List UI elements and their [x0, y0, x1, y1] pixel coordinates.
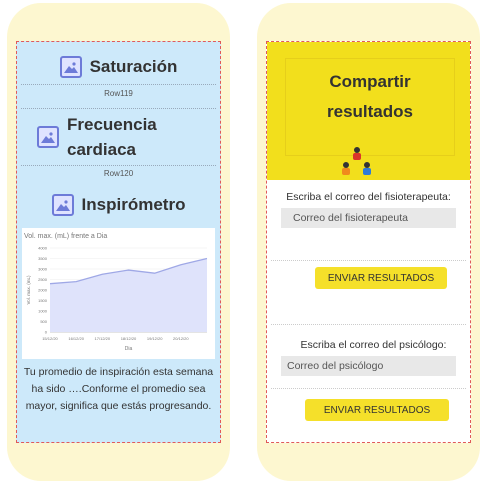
y-axis-label: Vol. max. (mL) — [26, 275, 31, 305]
section-frecuencia[interactable]: Frecuencia cardiaca Row120 — [17, 108, 220, 178]
section-title: Saturación — [89, 57, 178, 76]
chart-title: Vol. max. (mL) frente a Dia — [24, 233, 107, 240]
y-tick-label: 2000 — [38, 288, 48, 293]
summary-text: Tu promedio de inspiración esta semana h… — [23, 366, 214, 412]
phone-right: Compartir resultados Escriba el correo d… — [257, 3, 480, 481]
share-title: Compartir resultados — [327, 72, 413, 121]
section-title: Frecuencia cardiaca — [67, 115, 157, 159]
x-tick-label: 19/12/20 — [147, 336, 163, 341]
psych-form: Escriba el correo del psicólogo: Correo … — [281, 338, 466, 376]
x-tick-label: 17/12/20 — [95, 336, 111, 341]
divider — [21, 84, 216, 85]
psych-email-label: Escriba el correo del psicólogo: — [300, 339, 447, 351]
x-axis-label: Dia — [125, 346, 133, 352]
psych-email-input[interactable]: Correo del psicólogo — [281, 356, 456, 376]
x-tick-label: 16/12/20 — [68, 336, 84, 341]
left-screen: Saturación Row119 Frecuencia cardiaca Ro… — [16, 41, 221, 443]
send-psych-button[interactable]: ENVIAR RESULTADOS — [305, 399, 449, 421]
right-screen: Compartir resultados Escriba el correo d… — [266, 41, 471, 443]
phone-left: Saturación Row119 Frecuencia cardiaca Ro… — [7, 3, 230, 481]
y-tick-label: 2500 — [38, 277, 48, 282]
x-tick-label: 18/12/20 — [121, 336, 137, 341]
section-title: Inspirómetro — [81, 195, 186, 214]
y-tick-label: 500 — [40, 319, 47, 324]
y-tick-label: 1000 — [38, 309, 48, 314]
divider — [21, 165, 216, 166]
share-panel: Compartir resultados — [267, 42, 470, 180]
inspirometer-chart: Vol. max. (mL) frente a Dia 0 500 1000 1500 2… — [22, 228, 215, 359]
x-tick-label: 15/12/20 — [42, 336, 58, 341]
y-tick-label: 0 — [45, 330, 48, 335]
people-icon — [342, 147, 371, 175]
row-label: Row120 — [103, 169, 134, 178]
physio-form: Escriba el correo del fisioterapeuta: Co… — [281, 190, 456, 228]
divider — [271, 388, 466, 389]
image-icon — [37, 126, 59, 148]
send-physio-button[interactable]: ENVIAR RESULTADOS — [315, 267, 447, 289]
x-tick-label: 20/12/20 — [173, 336, 189, 341]
physio-email-input[interactable]: Correo del fisioterapeuta — [281, 208, 456, 228]
divider — [271, 260, 466, 261]
y-tick-label: 3000 — [38, 267, 48, 272]
image-icon — [59, 56, 82, 78]
share-card: Compartir resultados — [285, 58, 455, 156]
divider — [271, 324, 466, 325]
y-tick-label: 1500 — [38, 298, 48, 303]
section-inspirometro[interactable]: Inspirómetro — [17, 188, 220, 222]
row-label: Row119 — [104, 89, 133, 98]
image-icon — [51, 194, 74, 216]
y-tick-label: 3500 — [38, 256, 48, 261]
chart-svg: Vol. max. (mL) frente a Dia 0 500 1000 1500 2… — [24, 233, 208, 352]
physio-email-label: Escriba el correo del fisioterapeuta: — [286, 191, 451, 203]
section-saturacion[interactable]: Saturación Row119 — [17, 50, 220, 98]
y-tick-label: 4000 — [38, 246, 48, 251]
